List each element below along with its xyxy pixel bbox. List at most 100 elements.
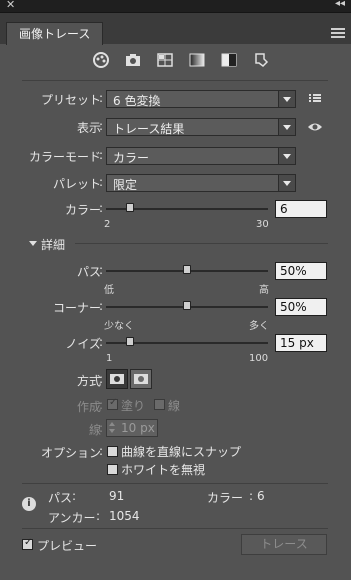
slider-thumb[interactable] <box>183 265 191 274</box>
options-label: オプション <box>40 446 101 460</box>
color-mode-label: カラーモード <box>28 150 101 164</box>
noise-max: 100 <box>249 353 269 364</box>
color-mode-dropdown[interactable]: カラー <box>106 147 296 165</box>
colon: : <box>99 421 104 435</box>
stroke-width-value: 10 px <box>121 421 155 435</box>
view-dropdown[interactable]: トレース結果 <box>106 118 296 136</box>
paths-slider[interactable] <box>106 265 268 274</box>
method-abutting-button[interactable] <box>106 369 128 389</box>
colon: : <box>99 444 104 458</box>
view-value: トレース結果 <box>113 122 185 136</box>
corners-input[interactable]: 50% <box>275 298 327 316</box>
chevron-down-icon <box>278 91 295 107</box>
stroke-checkbox-label: 線 <box>168 399 181 413</box>
paths-label: パス <box>76 265 101 279</box>
fill-checkbox-label: 塗り <box>121 399 146 413</box>
method-overlapping-button[interactable] <box>130 369 152 389</box>
color-mode-value: カラー <box>113 151 150 165</box>
corners-min: 少なく <box>104 321 134 332</box>
preview-label: プレビュー <box>37 539 98 553</box>
ignore-white-label: ホワイトを無視 <box>121 463 206 477</box>
snap-curves-checkbox[interactable] <box>107 446 118 457</box>
eye-icon[interactable] <box>307 121 323 136</box>
preset-dropdown[interactable]: 6 色変換 <box>106 90 296 108</box>
colon: : <box>99 372 104 386</box>
stats-colors-label: カラー <box>207 491 244 505</box>
colors-slider[interactable] <box>106 203 268 212</box>
stats-paths-value: 91 <box>109 489 125 503</box>
palette-value: 限定 <box>113 178 138 192</box>
corners-label: コーナー <box>52 301 101 315</box>
preset-value: 6 色変換 <box>113 94 161 108</box>
preset-icons <box>92 51 270 69</box>
ignore-white-checkbox[interactable] <box>107 464 118 475</box>
stats-paths-label: パス <box>48 491 73 505</box>
divider <box>22 528 328 529</box>
noise-slider[interactable] <box>106 337 268 346</box>
preset-label: プリセット <box>40 93 101 107</box>
stroke-checkbox[interactable] <box>154 399 165 410</box>
trace-button[interactable]: トレース <box>241 534 327 555</box>
palette-dropdown[interactable]: 限定 <box>106 174 296 192</box>
divider <box>75 243 328 244</box>
colon: : <box>99 201 104 215</box>
colon: : <box>99 263 104 277</box>
black-white-icon[interactable] <box>220 51 238 69</box>
colon: : <box>99 175 104 189</box>
slider-thumb[interactable] <box>183 301 191 310</box>
stepper-icon[interactable] <box>108 421 116 435</box>
chevron-down-icon <box>278 148 295 164</box>
paths-input[interactable]: 50% <box>275 262 327 280</box>
low-color-icon[interactable] <box>156 51 174 69</box>
colon: : <box>99 91 104 105</box>
colon: : <box>99 299 104 313</box>
noise-min: 1 <box>106 353 113 364</box>
corners-max: 多く <box>249 321 269 332</box>
tab-label: 画像トレース <box>19 27 91 41</box>
method-label: 方式 <box>76 374 101 388</box>
noise-label: ノイズ <box>65 337 101 351</box>
slider-thumb[interactable] <box>126 203 135 212</box>
slider-thumb[interactable] <box>126 337 135 346</box>
stats-colon: : <box>249 489 254 503</box>
colors-input[interactable]: 6 <box>275 200 327 218</box>
noise-input[interactable]: 15 px <box>275 334 327 352</box>
info-icon: i <box>22 497 36 511</box>
stats-colon: : <box>96 509 101 523</box>
tab-image-trace[interactable]: 画像トレース <box>6 22 104 45</box>
corners-slider[interactable] <box>106 301 268 310</box>
preview-checkbox[interactable]: ✓ <box>22 537 33 550</box>
colon: : <box>99 148 104 162</box>
divider <box>22 483 328 484</box>
view-label: 表示 <box>76 121 101 135</box>
stats-colon: : <box>72 489 77 503</box>
colon: : <box>99 398 104 412</box>
stats-colors-value: 6 <box>257 489 265 503</box>
details-label: 詳細 <box>41 238 66 252</box>
chevron-down-icon <box>278 119 295 135</box>
collapse-icon[interactable]: ◂◂ <box>335 0 345 9</box>
disclosure-triangle-icon[interactable] <box>29 241 37 246</box>
paths-max: 高 <box>259 285 269 296</box>
colors-max: 30 <box>256 219 269 230</box>
colon: : <box>99 335 104 349</box>
create-label: 作成 <box>76 400 101 414</box>
palette-label: パレット <box>52 177 101 191</box>
preset-list-icon[interactable] <box>309 93 321 103</box>
stats-anchors-label: アンカー <box>48 511 96 525</box>
chevron-down-icon <box>278 175 295 191</box>
panel-titlebar: ✕ ◂◂ <box>0 0 351 13</box>
colon: : <box>99 119 104 133</box>
fill-checkbox[interactable]: ✓ <box>107 397 118 410</box>
close-icon[interactable]: ✕ <box>6 0 15 11</box>
camera-icon[interactable] <box>124 51 142 69</box>
panel-menu-icon[interactable] <box>331 26 345 38</box>
colors-min: 2 <box>104 219 111 230</box>
auto-color-icon[interactable] <box>92 51 110 69</box>
outline-icon[interactable] <box>252 51 270 69</box>
divider <box>22 80 328 81</box>
snap-curves-label: 曲線を直線にスナップ <box>121 445 242 459</box>
grayscale-icon[interactable] <box>188 51 206 69</box>
colors-label: カラー <box>64 203 101 217</box>
stats-anchors-value: 1054 <box>109 509 140 523</box>
